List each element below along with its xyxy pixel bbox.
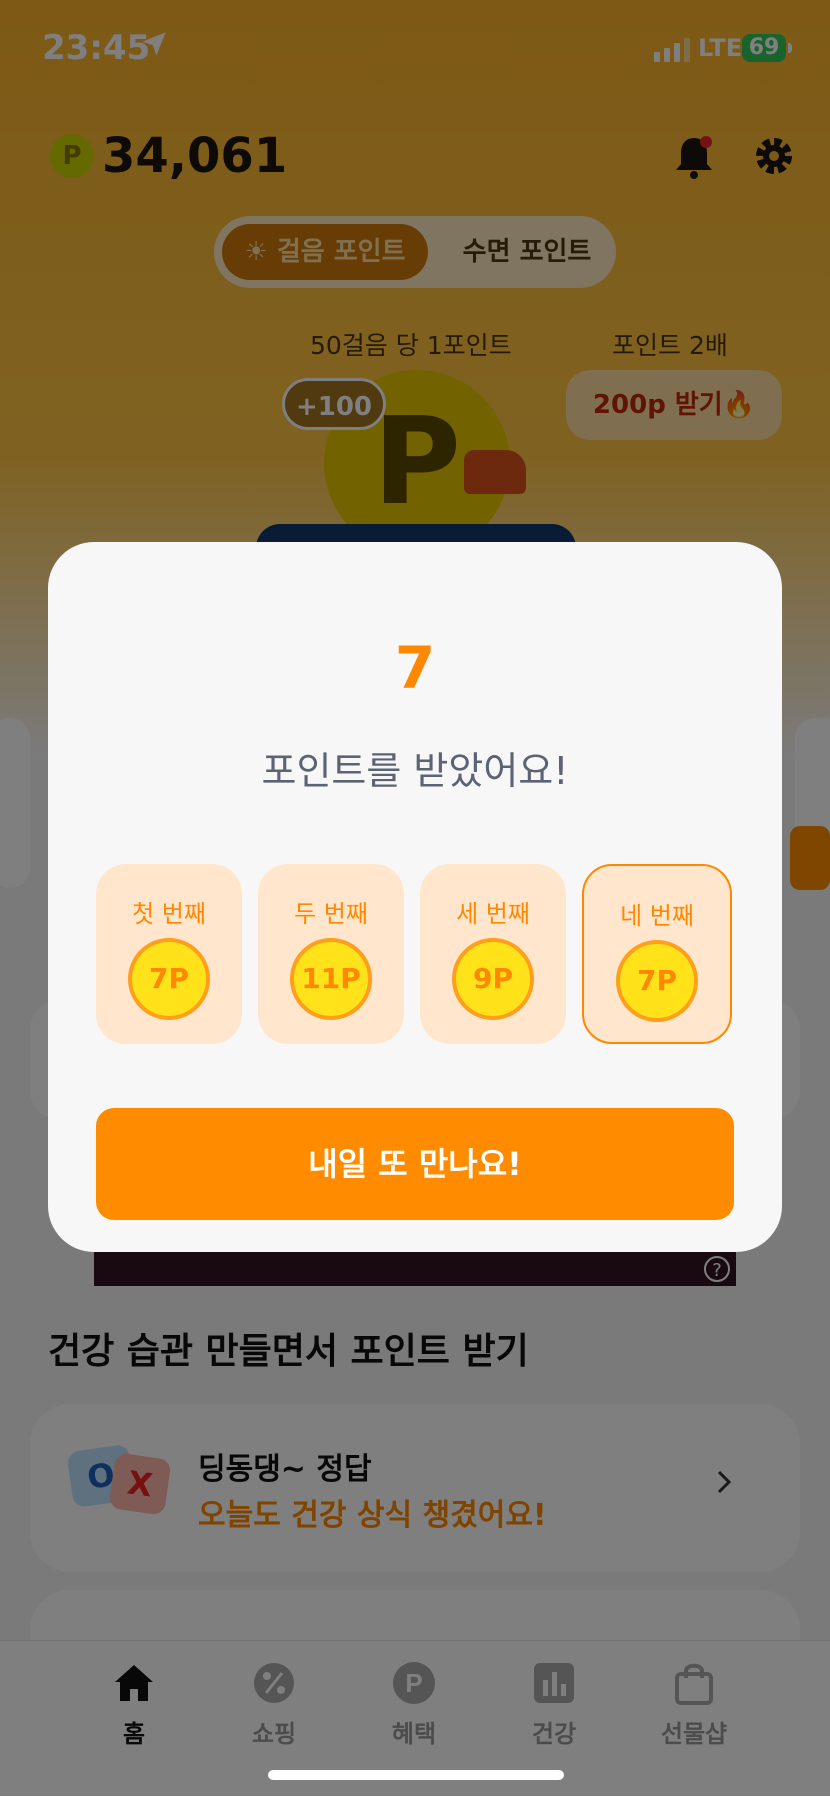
round-label: 세 번째 (456, 900, 530, 928)
round-coin: 7P (128, 938, 210, 1020)
reward-modal: 7 포인트를 받았어요! 첫 번째 7P 두 번째 11P 세 번째 9P 네 … (48, 542, 782, 1252)
see-you-tomorrow-button[interactable]: 내일 또 만나요! (96, 1108, 734, 1220)
reward-message: 포인트를 받았어요! (261, 749, 569, 793)
round-card-1: 첫 번째 7P (96, 864, 242, 1044)
round-card-4: 네 번째 7P (582, 864, 732, 1044)
round-card-2: 두 번째 11P (258, 864, 404, 1044)
round-label: 두 번째 (294, 900, 368, 928)
round-coin: 7P (616, 940, 698, 1022)
home-indicator[interactable] (268, 1770, 564, 1780)
round-label: 첫 번째 (132, 900, 206, 928)
round-coin: 11P (290, 938, 372, 1020)
round-card-3: 세 번째 9P (420, 864, 566, 1044)
round-label: 네 번째 (620, 902, 694, 930)
reward-rounds: 첫 번째 7P 두 번째 11P 세 번째 9P 네 번째 7P (96, 864, 736, 1044)
reward-points: 7 (394, 634, 436, 702)
round-coin: 9P (452, 938, 534, 1020)
